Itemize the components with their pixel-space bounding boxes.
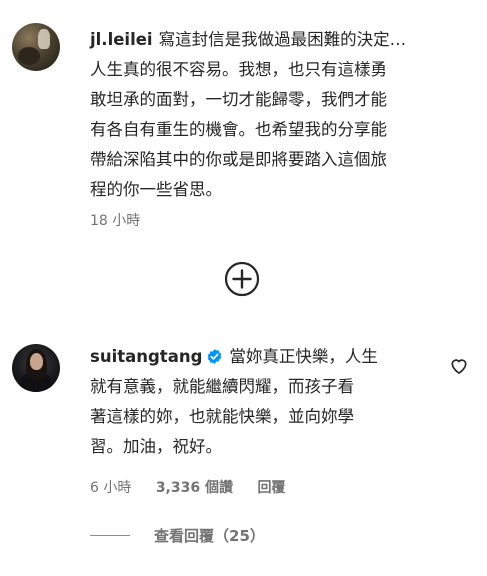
- comment-text-line: 就有意義，就能繼續閃耀，而孩子看: [90, 377, 354, 396]
- like-button[interactable]: [449, 356, 469, 376]
- comment-body: suitangtang 當妳真正快樂，人生 就有意義，就能繼續閃耀，而孩子看 著…: [90, 342, 435, 462]
- avatar[interactable]: [12, 344, 60, 392]
- comment-text-line: 人生真的很不容易。我想，也只有這樣勇: [90, 60, 387, 79]
- load-more-button[interactable]: [224, 261, 260, 297]
- reply-button[interactable]: 回覆: [257, 480, 285, 496]
- like-count[interactable]: 3,336 個讚: [156, 480, 233, 496]
- comment-text-line: 程的你一些省思。: [90, 180, 222, 199]
- comment-username[interactable]: suitangtang: [90, 347, 202, 366]
- plus-circle-icon: [224, 261, 260, 297]
- divider: [90, 535, 130, 536]
- heart-outline-icon: [451, 359, 467, 374]
- comment-meta: 6 小時 3,336 個讚 回覆: [90, 477, 305, 497]
- comment-timestamp: 6 小時: [90, 480, 132, 496]
- verified-badge-icon: [208, 349, 222, 364]
- comment-text-first-line: 寫這封信是我做過最困難的決定…: [158, 30, 407, 49]
- comment-body: jl.leilei 寫這封信是我做過最困難的決定… 人生真的很不容易。我想，也只有…: [90, 25, 462, 205]
- comment-text-first-line: 當妳真正快樂，人生: [229, 347, 378, 366]
- view-replies-button[interactable]: 查看回覆（25）: [90, 525, 265, 546]
- comment-timestamp: 18 小時: [90, 213, 141, 229]
- comments-panel: jl.leilei 寫這封信是我做過最困難的決定… 人生真的很不容易。我想，也只有…: [0, 0, 487, 576]
- view-replies-label: 查看回覆（25）: [154, 527, 265, 545]
- comment-text-line: 習。加油，祝好。: [90, 437, 222, 456]
- comment-username[interactable]: jl.leilei: [90, 30, 153, 49]
- comment-text-line: 敢坦承的面對，一切才能歸零，我們才能: [90, 90, 387, 109]
- comment-text-line: 有各自有重生的機會。也希望我的分享能: [90, 120, 387, 139]
- comment-text-line: 帶給深陷其中的你或是即將要踏入這個旅: [90, 150, 387, 169]
- comment-text-line: 著這樣的妳，也就能快樂，並向妳學: [90, 407, 354, 426]
- avatar[interactable]: [12, 23, 60, 71]
